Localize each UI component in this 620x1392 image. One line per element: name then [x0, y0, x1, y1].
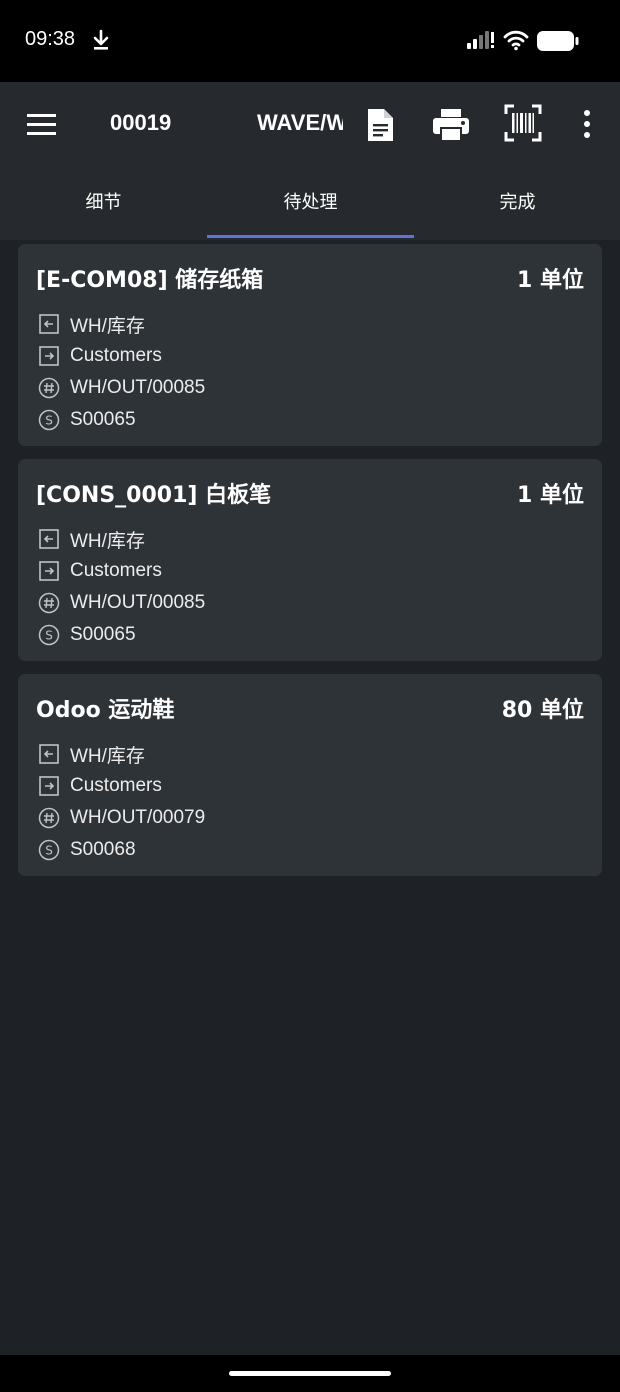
- destination-location: Customers: [70, 560, 162, 581]
- tab-pending[interactable]: 待处理: [207, 162, 414, 240]
- home-indicator[interactable]: [229, 1371, 391, 1376]
- source-location: WH/库存: [70, 745, 145, 767]
- tab-done[interactable]: 完成: [414, 162, 620, 240]
- destination-location: Customers: [70, 775, 162, 796]
- source-location: WH/库存: [70, 315, 145, 337]
- sale-order-circle-icon: S: [38, 409, 60, 431]
- arrow-left-box-icon: [39, 744, 59, 764]
- tab-label: 细节: [85, 192, 122, 213]
- printer-icon[interactable]: [430, 106, 472, 144]
- app-bar: 00019 WAVE/W 细节 待处理 完成: [0, 82, 620, 240]
- list-item[interactable]: [E-COM08] 储存纸箱 1 单位 WH/库存 Customers WH/O…: [18, 244, 602, 446]
- arrow-right-box-icon: [39, 561, 59, 581]
- arrow-left-box-icon: [39, 529, 59, 549]
- quantity-label: 80 单位: [501, 698, 584, 723]
- list-item[interactable]: [CONS_0001] 白板笔 1 单位 WH/库存 Customers WH/…: [18, 459, 602, 661]
- arrow-left-box-icon: [39, 314, 59, 334]
- quantity-label: 1 单位: [517, 483, 584, 508]
- barcode-scan-icon[interactable]: [504, 104, 542, 142]
- product-name: Odoo 运动鞋: [36, 698, 175, 723]
- product-name: [E-COM08] 储存纸箱: [36, 268, 264, 293]
- hash-circle-icon: [38, 807, 60, 829]
- tab-bar: 细节 待处理 完成: [0, 162, 620, 240]
- document-icon[interactable]: [362, 106, 398, 144]
- wave-title: WAVE/W: [257, 110, 343, 135]
- destination-location-row: Customers: [38, 342, 578, 370]
- source-location-row: WH/库存: [38, 740, 578, 768]
- source-location-row: WH/库存: [38, 525, 578, 553]
- origin-row: S S00065: [38, 621, 578, 649]
- reference-row: WH/OUT/00085: [38, 374, 578, 402]
- origin-document: S00065: [70, 409, 136, 430]
- system-nav-bar: [0, 1355, 620, 1392]
- sale-order-circle-icon: S: [38, 624, 60, 646]
- destination-location-row: Customers: [38, 772, 578, 800]
- menu-icon[interactable]: [22, 108, 62, 140]
- origin-row: S S00065: [38, 406, 578, 434]
- origin-document: S00068: [70, 839, 136, 860]
- status-bar: 09:38: [0, 0, 620, 82]
- reference-row: WH/OUT/00079: [38, 804, 578, 832]
- tab-details[interactable]: 细节: [0, 162, 207, 240]
- list-item[interactable]: Odoo 运动鞋 80 单位 WH/库存 Customers WH/OUT/00…: [18, 674, 602, 876]
- status-time: 09:38: [25, 28, 76, 50]
- picking-reference: WH/OUT/00085: [70, 592, 206, 613]
- arrow-right-box-icon: [39, 776, 59, 796]
- svg-text:S: S: [45, 629, 53, 643]
- battery-icon: [537, 31, 579, 51]
- destination-location: Customers: [70, 345, 162, 366]
- download-icon: [93, 29, 109, 50]
- tab-label: 完成: [499, 192, 536, 213]
- tab-label: 待处理: [283, 192, 338, 213]
- origin-document: S00065: [70, 624, 136, 645]
- sale-order-circle-icon: S: [38, 839, 60, 861]
- source-location-row: WH/库存: [38, 310, 578, 338]
- product-name: [CONS_0001] 白板笔: [36, 483, 272, 508]
- picking-reference: WH/OUT/00085: [70, 377, 206, 398]
- signal-icon: [467, 31, 494, 49]
- move-line-list: [E-COM08] 储存纸箱 1 单位 WH/库存 Customers WH/O…: [18, 244, 602, 889]
- picking-reference: WH/OUT/00079: [70, 807, 206, 828]
- source-location: WH/库存: [70, 530, 145, 552]
- arrow-right-box-icon: [39, 346, 59, 366]
- quantity-label: 1 单位: [517, 268, 584, 293]
- wifi-icon: [503, 30, 529, 51]
- reference-row: WH/OUT/00085: [38, 589, 578, 617]
- hash-circle-icon: [38, 592, 60, 614]
- destination-location-row: Customers: [38, 557, 578, 585]
- svg-text:S: S: [45, 844, 53, 858]
- hash-circle-icon: [38, 377, 60, 399]
- origin-row: S S00068: [38, 836, 578, 864]
- svg-text:S: S: [45, 414, 53, 428]
- more-vertical-icon[interactable]: [576, 106, 598, 142]
- picking-id-title: 00019: [110, 110, 172, 135]
